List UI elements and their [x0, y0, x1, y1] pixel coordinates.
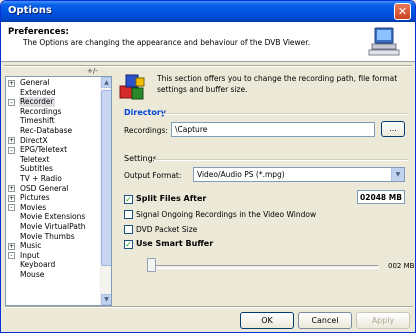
tree-item[interactable]: Timeshift	[6, 116, 101, 126]
smart-buffer-label: Use Smart Buffer	[136, 239, 214, 248]
tree-item-label: OSD General	[20, 183, 69, 193]
window-title: Options	[8, 5, 52, 16]
preferences-header: Preferences: The Options are changing th…	[1, 22, 415, 62]
tree-item[interactable]: Subtitles	[6, 164, 101, 174]
directory-group-line	[163, 113, 408, 115]
tree-item-label: Movies	[20, 202, 47, 212]
collapse-icon[interactable]: -	[8, 252, 15, 260]
recorder-cubes-icon	[119, 74, 145, 100]
expand-icon[interactable]: +	[8, 194, 15, 202]
tree-item[interactable]: Teletext	[6, 155, 101, 165]
buffer-slider-track[interactable]	[149, 265, 379, 269]
tree-item-label: General	[20, 78, 50, 87]
tree-item[interactable]: + Music	[6, 241, 101, 251]
settings-group-line	[154, 159, 408, 161]
smart-buffer-checkbox[interactable]: ✓	[124, 240, 133, 249]
split-size-input[interactable]: 02048 MB	[357, 190, 405, 204]
footer-separator	[5, 306, 413, 308]
tree-item[interactable]: + OSD General	[6, 184, 101, 194]
browse-button[interactable]: ...	[381, 121, 405, 137]
tree-item-label: Movie Extensions	[20, 212, 86, 222]
tree-item[interactable]: - Input	[6, 251, 101, 261]
tree-item-label: EPG/Teletext	[20, 145, 68, 155]
output-format-label: Output Format:	[124, 171, 182, 180]
tree-item-label: DirectX	[20, 135, 48, 145]
expand-icon[interactable]: +	[8, 137, 15, 145]
scroll-down-icon[interactable]: ▼	[101, 294, 111, 305]
tree-item[interactable]: Movie Extensions	[6, 212, 101, 222]
options-tree[interactable]: + General Extended - Recorder Recordings Times…	[5, 76, 112, 306]
tree-item[interactable]: - Movies	[6, 203, 101, 213]
tree-item-label: Extended	[20, 87, 56, 97]
expand-icon[interactable]: +	[8, 79, 15, 87]
tree-item-label: Recorder	[19, 97, 55, 107]
tree-item-label: Timeshift	[20, 116, 55, 126]
tree-item[interactable]: + General	[6, 78, 101, 88]
tree-item[interactable]: - EPG/Teletext	[6, 145, 101, 155]
tree-scrollbar[interactable]: ▲ ▼	[100, 77, 111, 305]
tree-item-label: Input	[20, 250, 40, 260]
close-button[interactable]: ✕	[394, 3, 411, 20]
tree-item[interactable]: Movie VirtualPath	[6, 222, 101, 232]
computer-settings-icon	[368, 27, 400, 56]
tree-item-label: Keyboard	[20, 260, 56, 270]
tree-item[interactable]: + DirectX	[6, 136, 101, 146]
tree-items: + General Extended - Recorder Recordings Times…	[6, 78, 101, 279]
collapse-icon[interactable]: -	[8, 146, 15, 154]
signal-recordings-checkbox[interactable]	[124, 210, 133, 219]
expand-icon[interactable]: +	[8, 185, 15, 193]
tree-item-label: Movie VirtualPath	[20, 221, 86, 231]
close-icon: ✕	[397, 5, 408, 18]
scroll-thumb[interactable]	[101, 90, 111, 266]
header-title: Preferences:	[8, 27, 69, 37]
tree-item-label: Music	[20, 241, 42, 251]
expand-icon[interactable]: +	[8, 242, 15, 250]
tree-item[interactable]: + Pictures	[6, 193, 101, 203]
recordings-path-input[interactable]: \Capture	[171, 122, 375, 137]
split-files-checkbox[interactable]: ✓	[124, 195, 133, 204]
dvd-packet-size-label: DVD Packet Size	[136, 225, 198, 234]
tree-item[interactable]: - Recorder	[6, 97, 101, 107]
output-format-select[interactable]: Video/Audio PS (*.mpg) ▼	[193, 167, 405, 182]
tree-item[interactable]: Extended	[6, 88, 101, 98]
tree-item[interactable]: Rec-Database	[6, 126, 101, 136]
tree-item-label: Teletext	[20, 154, 50, 164]
collapse-icon[interactable]: -	[8, 204, 15, 212]
tree-item-label: TV + Radio	[20, 173, 62, 183]
dvd-packet-size-checkbox[interactable]	[124, 225, 133, 234]
buffer-size-value: 002 MB	[388, 262, 415, 270]
cancel-button[interactable]: Cancel	[298, 312, 352, 329]
directory-group-title: Directory	[124, 108, 166, 117]
scroll-up-icon[interactable]: ▲	[101, 77, 111, 88]
apply-button[interactable]: Apply	[356, 312, 410, 329]
tree-item-label: Pictures	[20, 193, 50, 203]
settings-group-title: Settings	[124, 154, 157, 163]
collapse-icon[interactable]: -	[8, 98, 15, 106]
ok-button[interactable]: OK	[240, 312, 294, 329]
header-separator	[4, 65, 412, 67]
tree-item-label: Recordings	[20, 106, 62, 116]
tree-item[interactable]: Recordings	[6, 107, 101, 117]
tree-item[interactable]: Movie Thumbs	[6, 232, 101, 242]
tree-item-label: Rec-Database	[20, 125, 73, 135]
buffer-slider-thumb[interactable]	[147, 258, 156, 272]
tree-item[interactable]: Mouse	[6, 270, 101, 280]
tree-item[interactable]: TV + Radio	[6, 174, 101, 184]
tree-item-label: Mouse	[20, 269, 45, 279]
title-bar[interactable]: Options ✕	[1, 1, 415, 22]
signal-recordings-label: Signal Ongoing Recordings in the Video W…	[136, 210, 317, 219]
tree-item-label: Subtitles	[20, 164, 53, 174]
split-files-label: Split Files After	[136, 194, 207, 203]
recordings-label: Recordings:	[124, 126, 168, 135]
header-description: The Options are changing the appearance …	[23, 38, 311, 47]
tree-item-label: Movie Thumbs	[20, 231, 75, 241]
options-window: Options ✕ Preferences: The Options are c…	[0, 0, 416, 333]
expand-collapse-all[interactable]: +/-	[87, 67, 98, 75]
section-intro: This section offers you to change the re…	[157, 74, 398, 94]
tree-item[interactable]: Keyboard	[6, 260, 101, 270]
chevron-down-icon[interactable]: ▼	[391, 168, 404, 181]
output-format-value: Video/Audio PS (*.mpg)	[197, 170, 285, 179]
